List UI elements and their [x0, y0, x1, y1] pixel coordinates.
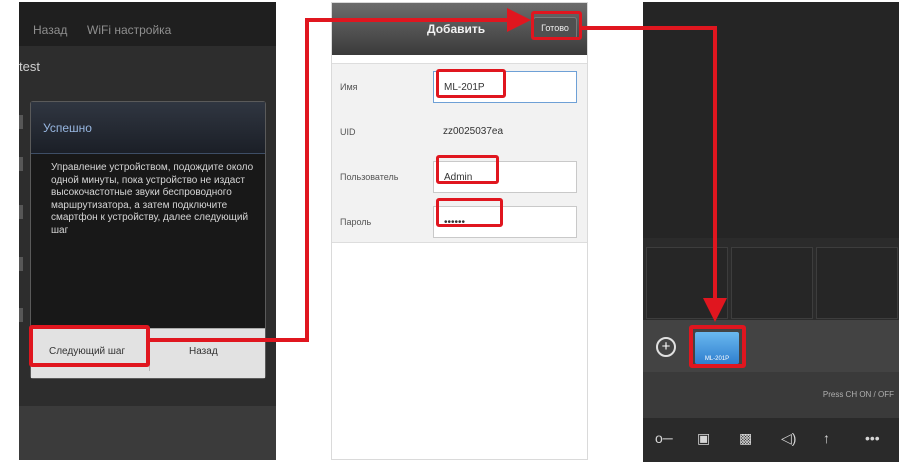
list-marker [19, 257, 23, 271]
uid-label: UID [340, 127, 356, 137]
wifi-setup-screen: Назад WiFi настройка test Успешно Управл… [19, 2, 276, 460]
password-label: Пароль [340, 217, 372, 227]
video-cell-2[interactable] [731, 247, 813, 319]
list-marker [19, 205, 23, 219]
list-marker [19, 115, 23, 129]
uid-row: UID zz0025037ea [332, 109, 587, 154]
bottom-bar [19, 406, 276, 460]
device-bar [643, 320, 899, 372]
list-marker [19, 157, 23, 171]
main-video-area[interactable] [643, 2, 899, 238]
more-icon[interactable]: ••• [865, 430, 880, 446]
status-bar: Press CH ON / OFF [643, 372, 899, 418]
uid-field[interactable]: zz0025037ea [433, 116, 577, 148]
highlight-password-field [436, 198, 503, 227]
bottom-toolbar: o─ ▣ ▩ ◁) ↑ ••• [643, 418, 899, 462]
video-cell-1[interactable] [646, 247, 728, 319]
speaker-icon[interactable]: ◁) [781, 430, 796, 447]
microphone-icon[interactable]: ↑ [823, 430, 830, 446]
user-label: Пользователь [340, 172, 399, 182]
dialog-back-button[interactable]: Назад [189, 346, 218, 357]
name-label: Имя [340, 82, 358, 92]
device-name-label: test [19, 59, 40, 74]
dialog-header: Успешно [31, 102, 265, 154]
highlight-user-field [436, 155, 499, 184]
wifi-setup-header: Назад WiFi настройка [19, 2, 276, 46]
list-marker [19, 308, 23, 322]
status-text: Press CH ON / OFF [822, 390, 894, 399]
dialog-title: Успешно [43, 121, 92, 135]
add-device-icon[interactable]: + [656, 337, 676, 357]
live-view-screen: + ML-201P Press CH ON / OFF o─ ▣ ▩ ◁) ↑ … [643, 2, 899, 462]
highlight-camera-thumbnail [689, 325, 746, 368]
video-cell-3[interactable] [816, 247, 898, 319]
header-title: Добавить [427, 22, 486, 36]
dialog-message: Управление устройством, подождите около … [51, 162, 254, 236]
camera-icon[interactable]: ▣ [697, 430, 710, 447]
highlight-done-button [531, 11, 582, 40]
highlight-next-step [29, 325, 150, 367]
video-icon[interactable]: ▩ [739, 430, 752, 447]
highlight-name-field [436, 69, 506, 98]
key-icon[interactable]: o─ [655, 430, 673, 446]
header-title: WiFi настройка [87, 23, 172, 37]
back-button[interactable]: Назад [33, 23, 67, 37]
